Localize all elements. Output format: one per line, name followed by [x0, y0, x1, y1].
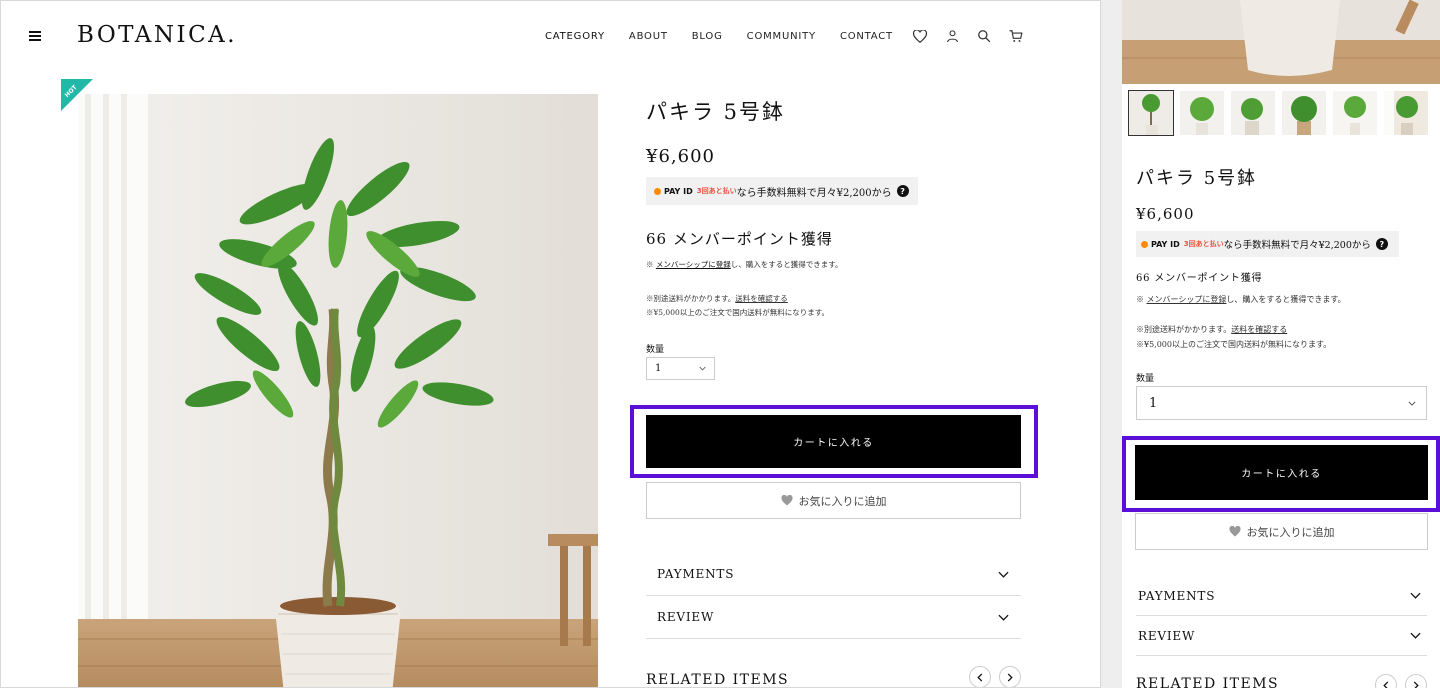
nav-contact[interactable]: CONTACT	[840, 31, 893, 42]
heart-filled-icon	[780, 495, 793, 506]
chevron-down-icon	[1410, 592, 1421, 599]
member-points: 66 メンバーポイント獲得	[646, 230, 833, 248]
product-main-image[interactable]	[78, 94, 598, 687]
thumbnail-5[interactable]	[1333, 91, 1377, 135]
mobile-quantity-label: 数量	[1136, 374, 1155, 384]
accordion-payments[interactable]: PAYMENTS	[646, 553, 1021, 596]
chevron-down-icon	[699, 366, 706, 371]
points-note: ※ メンバーシップに登録し、購入をすると獲得できます。	[646, 260, 843, 269]
mobile-shipping-note: ※別途送料がかかります。送料を確認する ※¥5,000以上のご注文で国内送料が無…	[1136, 325, 1332, 349]
product-price: ¥6,600	[646, 146, 715, 167]
mobile-payid-banner[interactable]: PAY ID 3回あと払い なら手数料無料で月々¥2,200から ?	[1136, 231, 1399, 257]
payid-logo-icon	[1141, 240, 1148, 248]
chevron-right-icon	[1413, 680, 1419, 688]
thumbnail-strip	[1128, 90, 1428, 136]
nav-community[interactable]: COMMUNITY	[747, 31, 816, 42]
site-logo[interactable]: BOTANICA.	[77, 22, 237, 48]
search-icon[interactable]	[976, 28, 992, 44]
main-nav: CATEGORY ABOUT BLOG COMMUNITY CONTACT	[545, 31, 917, 42]
shipping-note: ※別途送料がかかります。送料を確認する ※¥5,000以上のご注文で国内送料が無…	[646, 294, 829, 317]
related-items-heading: RELATED ITEMS	[646, 672, 790, 688]
shipping-link[interactable]: 送料を確認する	[1231, 325, 1287, 334]
quantity-select[interactable]: 1	[646, 357, 715, 380]
chevron-down-icon	[998, 614, 1009, 621]
chevron-left-icon	[977, 672, 983, 682]
header-icons	[912, 28, 1024, 44]
carousel-next-button[interactable]	[999, 666, 1021, 687]
accordion-review[interactable]: REVIEW	[646, 596, 1021, 639]
chevron-down-icon	[998, 571, 1009, 578]
thumbnail-4[interactable]	[1282, 91, 1326, 135]
thumbnail-6[interactable]	[1384, 91, 1428, 135]
add-to-cart-button[interactable]: カートに入れる	[646, 415, 1021, 468]
help-icon[interactable]: ?	[1375, 238, 1388, 250]
desktop-view: BOTANICA. CATEGORY ABOUT BLOG COMMUNITY …	[0, 0, 1101, 688]
chevron-down-icon	[1410, 632, 1421, 639]
heart-icon[interactable]	[912, 28, 928, 44]
quantity-label: 数量	[646, 345, 665, 355]
mobile-related-items-heading: RELATED ITEMS	[1136, 676, 1280, 688]
mobile-member-points: 66 メンバーポイント獲得	[1136, 273, 1263, 284]
mobile-accordion-payments[interactable]: PAYMENTS	[1136, 576, 1427, 616]
mobile-product-price: ¥6,600	[1136, 205, 1195, 223]
hot-badge: HOT	[61, 79, 93, 111]
thumbnail-3[interactable]	[1231, 91, 1275, 135]
thumbnail-1[interactable]	[1128, 90, 1174, 136]
nav-category[interactable]: CATEGORY	[545, 31, 605, 42]
mobile-carousel-next-button[interactable]	[1405, 674, 1427, 688]
add-to-favorites-button[interactable]: お気に入りに追加	[646, 482, 1021, 519]
carousel-prev-button[interactable]	[969, 666, 991, 687]
mobile-add-to-cart-button[interactable]: カートに入れる	[1135, 445, 1428, 500]
user-icon[interactable]	[944, 28, 960, 44]
membership-link[interactable]: メンバーシップに登録	[656, 260, 731, 269]
mobile-accordion-review[interactable]: REVIEW	[1136, 616, 1427, 656]
shipping-link[interactable]: 送料を確認する	[735, 294, 788, 303]
chevron-right-icon	[1007, 672, 1013, 682]
help-icon[interactable]: ?	[896, 185, 909, 197]
chevron-left-icon	[1383, 680, 1389, 688]
heart-filled-icon	[1228, 526, 1241, 537]
mobile-add-to-favorites-button[interactable]: お気に入りに追加	[1135, 513, 1428, 550]
thumbnail-2[interactable]	[1180, 91, 1224, 135]
mobile-product-title: パキラ 5号鉢	[1136, 168, 1258, 189]
product-info: パキラ 5号鉢 ¥6,600 PAY ID 3回あと払い なら手数料無料で月々¥…	[646, 96, 1026, 380]
nav-about[interactable]: ABOUT	[629, 31, 668, 42]
product-title: パキラ 5号鉢	[646, 100, 786, 124]
mobile-view: パキラ 5号鉢 ¥6,600 PAY ID 3回あと払い なら手数料無料で月々¥…	[1122, 0, 1440, 688]
payid-banner[interactable]: PAY ID 3回あと払い なら手数料無料で月々¥2,200から ?	[646, 177, 918, 205]
mobile-carousel-prev-button[interactable]	[1375, 674, 1397, 688]
mobile-points-note: ※ メンバーシップに登録し、購入をすると獲得できます。	[1136, 295, 1346, 304]
nav-blog[interactable]: BLOG	[692, 31, 723, 42]
hamburger-menu-icon[interactable]	[29, 29, 43, 43]
mobile-product-image[interactable]	[1122, 0, 1440, 84]
membership-link[interactable]: メンバーシップに登録	[1147, 295, 1227, 304]
chevron-down-icon	[1408, 401, 1416, 406]
cart-icon[interactable]	[1008, 28, 1024, 44]
mobile-quantity-select[interactable]: 1	[1136, 386, 1427, 420]
payid-logo-icon	[654, 187, 661, 195]
